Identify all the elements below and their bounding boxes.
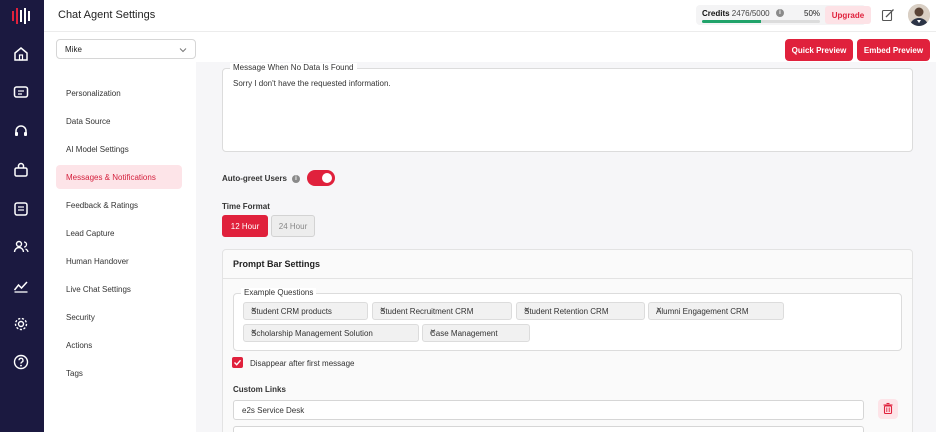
example-question-chip: Student Retention CRM × [516, 302, 645, 320]
sidebar-item-label: Data Source [66, 117, 111, 126]
divider [222, 278, 913, 279]
sidebar-item-messages-notifications[interactable]: Messages & Notifications [56, 165, 182, 189]
chevron-down-icon [179, 48, 187, 53]
remove-chip-icon[interactable]: × [251, 305, 361, 316]
analytics-icon[interactable] [12, 277, 30, 295]
sidebar-item-human-handover[interactable]: Human Handover [56, 249, 182, 273]
avatar-photo [908, 4, 930, 26]
remove-chip-icon[interactable]: × [251, 327, 412, 338]
disappear-checkbox[interactable] [232, 357, 243, 368]
quick-preview-button[interactable]: Quick Preview [785, 39, 853, 61]
example-question-chip: Case Management × [422, 324, 530, 342]
sidebar-item-label: AI Model Settings [66, 145, 129, 154]
headset-icon[interactable] [12, 122, 30, 140]
agent-select[interactable]: Mike [56, 39, 196, 59]
custom-link-input[interactable] [233, 426, 864, 432]
time-format-label: Time Format [222, 202, 270, 211]
logo-icon [12, 8, 30, 24]
remove-chip-icon[interactable]: × [656, 305, 777, 316]
credits-progress-fill [702, 20, 761, 23]
upgrade-button[interactable]: Upgrade [825, 6, 871, 24]
sidebar-item-label: Human Handover [66, 257, 129, 266]
agent-select-value: Mike [65, 45, 82, 54]
edit-icon[interactable] [881, 8, 895, 22]
sidebar-item-label: Security [66, 313, 95, 322]
auto-greet-toggle[interactable] [307, 170, 335, 186]
remove-chip-icon[interactable]: × [380, 305, 505, 316]
custom-link-input[interactable]: e2s Service Desk [233, 400, 864, 420]
info-icon: i [776, 9, 784, 17]
sidebar-item-ai-model-settings[interactable]: AI Model Settings [56, 137, 182, 161]
auto-greet-label: Auto-greet Users [222, 174, 287, 183]
sidebar-item-personalization[interactable]: Personalization [56, 81, 182, 105]
info-icon: i [292, 175, 300, 183]
sidebar-item-lead-capture[interactable]: Lead Capture [56, 221, 182, 245]
delete-link-button[interactable] [878, 399, 898, 419]
sidebar-item-label: Feedback & Ratings [66, 201, 139, 210]
disappear-label: Disappear after first message [250, 359, 355, 368]
sidebar-item-actions[interactable]: Actions [56, 333, 182, 357]
sidebar-item-label: Lead Capture [66, 229, 115, 238]
avatar[interactable] [908, 4, 930, 26]
sidebar-item-security[interactable]: Security [56, 305, 182, 329]
remove-chip-icon[interactable]: × [524, 305, 638, 316]
time-format-12-hour[interactable]: 12 Hour [222, 215, 268, 237]
sidebar-item-tags[interactable]: Tags [56, 361, 182, 385]
example-question-chip: Student Recruitment CRM × [372, 302, 512, 320]
no-data-message-value: Sorry I don't have the requested informa… [233, 79, 391, 88]
home-icon[interactable] [12, 45, 30, 63]
credits-value: 2476/5000 [731, 9, 770, 18]
toggle-knob [322, 173, 332, 183]
custom-links-label: Custom Links [233, 385, 286, 394]
no-data-message-label: Message When No Data Is Found [230, 63, 357, 72]
help-icon[interactable] [12, 353, 30, 371]
chat-icon[interactable] [12, 84, 30, 102]
sidebar-item-label: Messages & Notifications [66, 173, 156, 182]
sidebar-item-data-source[interactable]: Data Source [56, 109, 182, 133]
credits-percent: 50% [804, 9, 821, 18]
bag-icon[interactable] [12, 161, 30, 179]
top-bar: Chat Agent Settings Credits 2476/5000 i … [44, 0, 936, 32]
embed-preview-button[interactable]: Embed Preview [857, 39, 930, 61]
credits-label: Credits [702, 9, 730, 18]
settings-sidebar: Personalization Data Source AI Model Set… [44, 62, 196, 432]
example-questions-label: Example Questions [241, 288, 317, 297]
example-question-chip: Scholarship Management Solution × [243, 324, 419, 342]
sidebar-item-label: Personalization [66, 89, 121, 98]
sidebar-item-label: Actions [66, 341, 93, 350]
sidebar-item-live-chat-settings[interactable]: Live Chat Settings [56, 277, 182, 301]
example-question-chip: Alumni Engagement CRM × [648, 302, 784, 320]
time-format-24-hour[interactable]: 24 Hour [271, 215, 315, 237]
gear-icon[interactable] [12, 315, 30, 333]
icon-rail [0, 0, 44, 432]
report-icon[interactable] [12, 200, 30, 218]
page-title: Chat Agent Settings [58, 9, 156, 21]
sidebar-item-feedback-ratings[interactable]: Feedback & Ratings [56, 193, 182, 217]
users-icon[interactable] [12, 238, 30, 256]
trash-icon [883, 402, 893, 415]
prompt-bar-title: Prompt Bar Settings [233, 259, 321, 269]
remove-chip-icon[interactable]: × [430, 327, 523, 338]
custom-link-value: e2s Service Desk [242, 406, 305, 415]
credits-progress-bar [702, 20, 820, 23]
example-question-chip: Student CRM products × [243, 302, 368, 320]
sidebar-item-label: Live Chat Settings [66, 285, 131, 294]
sidebar-item-label: Tags [66, 369, 83, 378]
check-icon [234, 359, 242, 366]
